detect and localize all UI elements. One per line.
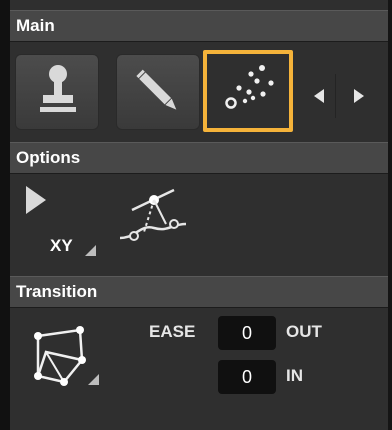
ease-out-field[interactable]: 0 [218,316,276,350]
in-label: IN [286,366,303,385]
tab-pencil[interactable] [116,54,200,130]
nav-divider [335,74,336,118]
bezier-curve-icon[interactable] [114,184,194,248]
tab-stamp[interactable] [15,54,99,130]
transition-shape-dropdown-icon[interactable] [88,374,99,385]
main-section-header: Main [10,10,388,42]
prev-tab-button[interactable] [304,76,334,116]
ease-label: EASE [149,322,196,341]
transition-section-header: Transition [10,276,388,308]
scatter-points-icon [225,65,274,109]
out-label: OUT [286,322,322,341]
inspector-panel: Main Options XY Transition EASE 0 OUT 0 … [10,0,392,430]
options-section-header: Options [10,142,388,174]
pencil-icon [136,69,177,110]
main-section-title: Main [16,16,55,35]
panel-edge [388,0,392,430]
tab-scatter-points[interactable] [203,50,293,132]
ease-in-field[interactable]: 0 [218,360,276,394]
next-tab-button[interactable] [344,76,374,116]
chevron-right-icon [354,89,364,103]
transition-section-title: Transition [16,282,98,301]
options-section-title: Options [16,148,81,167]
xy-mode-dropdown-icon[interactable] [85,245,96,256]
pointer-arrow-icon[interactable] [22,182,52,216]
chevron-left-icon [314,89,324,103]
stamp-icon [40,65,76,112]
xy-mode-label[interactable]: XY [50,236,73,256]
